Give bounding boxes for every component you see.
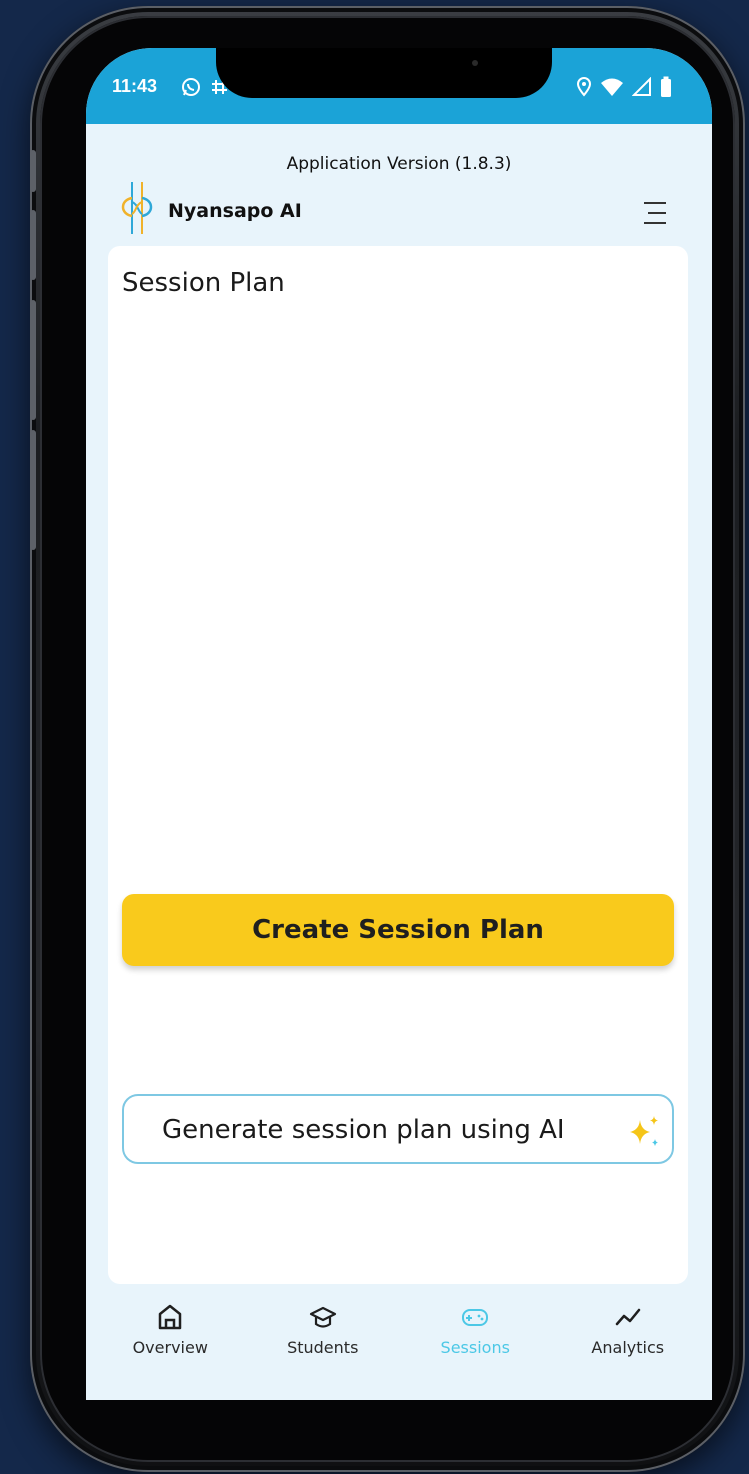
- side-button: [30, 210, 36, 280]
- nav-item-students[interactable]: Students: [253, 1292, 393, 1400]
- trend-line-icon: [615, 1308, 640, 1326]
- bottom-navigation: Overview Students Sessions Analytics: [86, 1292, 712, 1400]
- app-version: Application Version (1.8.3): [286, 154, 512, 174]
- battery-icon: [661, 76, 671, 97]
- side-button: [30, 300, 36, 420]
- side-button: [30, 150, 36, 192]
- gamepad-icon: [462, 1309, 489, 1326]
- nav-label: Analytics: [591, 1338, 665, 1357]
- home-icon: [159, 1304, 182, 1330]
- app-screen: 11:43 Application Version (1.8.3) Nyansa…: [86, 48, 712, 1400]
- nav-label: Overview: [132, 1338, 208, 1357]
- graduation-cap-icon: [309, 1306, 336, 1328]
- location-icon: [576, 77, 592, 97]
- nav-label: Students: [287, 1338, 359, 1357]
- status-bar: 11:43: [86, 48, 712, 124]
- sparkle-icon: [630, 1116, 658, 1146]
- ai-button-label: Generate session plan using AI: [162, 1115, 565, 1145]
- page-title: Session Plan: [122, 268, 285, 298]
- session-plan-card: Session Plan Create Session Plan Generat…: [108, 246, 688, 1284]
- camera-notch: [216, 48, 552, 98]
- side-button: [30, 430, 36, 550]
- hamburger-menu-icon[interactable]: [640, 198, 670, 228]
- nav-label: Sessions: [440, 1338, 510, 1357]
- generate-ai-session-plan-button[interactable]: Generate session plan using AI: [122, 1094, 674, 1164]
- create-session-plan-button[interactable]: Create Session Plan: [122, 894, 674, 966]
- nav-item-analytics[interactable]: Analytics: [558, 1292, 698, 1400]
- nyansapo-logo-icon: [121, 182, 153, 234]
- signal-icon: [632, 77, 651, 96]
- nav-item-overview[interactable]: Overview: [100, 1292, 240, 1400]
- wifi-icon: [601, 78, 623, 96]
- app-name: Nyansapo AI: [168, 200, 302, 222]
- nav-item-sessions[interactable]: Sessions: [405, 1292, 545, 1400]
- front-camera: [472, 60, 478, 66]
- status-time: 11:43: [112, 76, 158, 96]
- whatsapp-icon: [182, 78, 200, 96]
